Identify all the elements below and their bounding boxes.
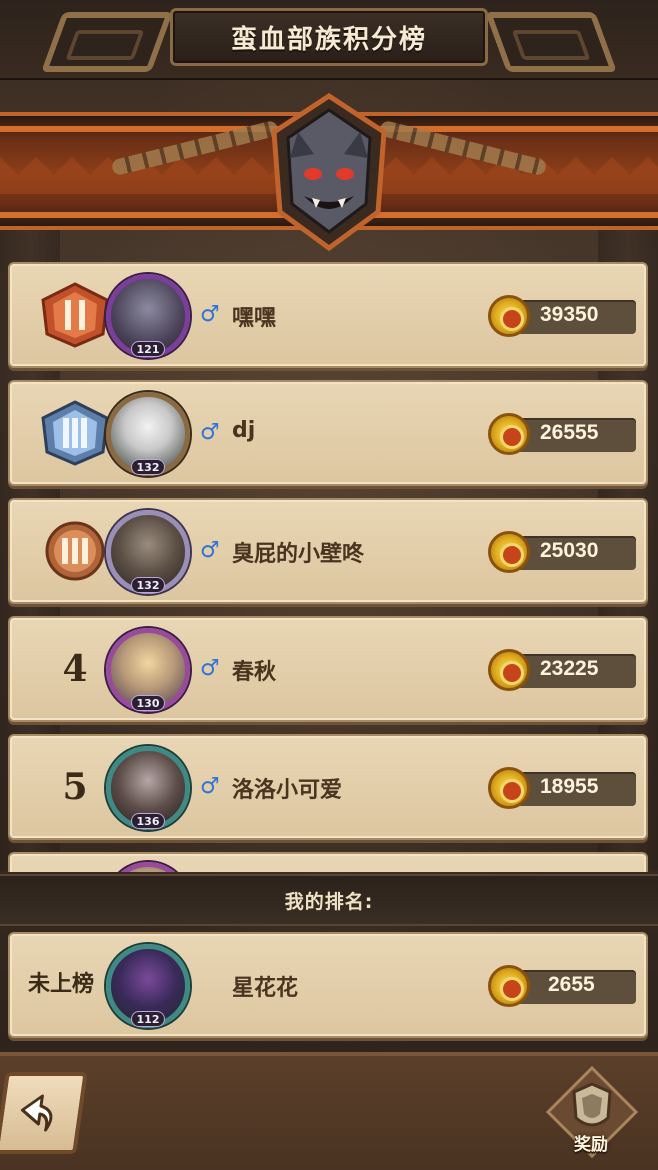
player-name: 洛洛小可爱: [232, 778, 343, 803]
avatar[interactable]: 136: [106, 746, 190, 830]
score-value: 25030: [540, 539, 599, 562]
avatar[interactable]: 130: [106, 628, 190, 712]
score-coin-icon: [488, 649, 530, 691]
score-box: 23225: [488, 649, 636, 691]
gold-rank-badge-icon: [41, 282, 109, 348]
score-value: 39350: [540, 303, 599, 326]
male-gender-icon: ♂: [200, 420, 220, 445]
leaderboard-row[interactable]: 132 ♂ 臭屁的小壁咚 25030: [10, 500, 646, 602]
avatar-level: 130: [131, 695, 165, 711]
my-rank-header: 我的排名:: [0, 874, 658, 926]
male-gender-icon: ♂: [200, 656, 220, 681]
score-coin-icon: [488, 531, 530, 573]
player-name: 臭屁的小壁咚: [232, 542, 365, 567]
male-gender-icon: ♂: [200, 302, 220, 327]
score-box: 2655: [488, 965, 636, 1007]
avatar[interactable]: 132: [106, 392, 190, 476]
score-coin-icon: [488, 413, 530, 455]
avatar-level: 132: [131, 459, 165, 475]
score-box: 39350: [488, 295, 636, 337]
reward-label[interactable]: 奖励: [566, 1130, 616, 1155]
leaderboard-row[interactable]: 5 136 ♂ 洛洛小可爱 18955: [10, 736, 646, 838]
header-ornament-left: [41, 12, 173, 72]
player-name: dj: [232, 418, 256, 443]
player-name: 星花花: [232, 976, 299, 1001]
back-button[interactable]: [0, 1072, 88, 1154]
avatar-level: 121: [131, 341, 165, 357]
my-rank-row[interactable]: 未上榜 112 星花花 2655: [10, 934, 646, 1036]
header-ornament-right: [485, 12, 617, 72]
male-gender-icon: ♂: [200, 774, 220, 799]
rank-number: 4: [62, 648, 88, 690]
wolf-emblem-icon: [271, 93, 387, 252]
score-coin-icon: [488, 295, 530, 337]
score-value: 23225: [540, 657, 599, 680]
avatar[interactable]: 121: [106, 274, 190, 358]
score-box: 18955: [488, 767, 636, 809]
avatar-level: 112: [131, 1011, 165, 1027]
leaderboard-list[interactable]: 121 ♂ 嘿嘿 39350 132 ♂ dj 26555 132 ♂ 臭屁的小…: [0, 238, 658, 872]
avatar[interactable]: 112: [106, 944, 190, 1028]
title-plate: 蛮血部族积分榜: [170, 8, 488, 66]
score-value: 26555: [540, 421, 599, 444]
leaderboard-row[interactable]: 4 130 ♂ 春秋 23225: [10, 618, 646, 720]
avatar-level: 132: [131, 577, 165, 593]
score-box: 26555: [488, 413, 636, 455]
leaderboard-row-partial[interactable]: [10, 854, 646, 872]
silver-rank-badge-icon: [41, 400, 109, 466]
my-rank-title: 我的排名:: [284, 890, 374, 913]
score-value: 2655: [548, 973, 595, 996]
player-name: 春秋: [232, 660, 277, 685]
avatar-level: 136: [131, 813, 165, 829]
bronze-rank-badge-icon: [45, 521, 105, 581]
unranked-label: 未上榜: [28, 972, 95, 997]
leaderboard-row[interactable]: 132 ♂ dj 26555: [10, 382, 646, 484]
avatar[interactable]: [106, 862, 190, 872]
score-box: 25030: [488, 531, 636, 573]
page-title: 蛮血部族积分榜: [230, 24, 427, 55]
male-gender-icon: ♂: [200, 538, 220, 563]
avatar[interactable]: 132: [106, 510, 190, 594]
score-value: 18955: [540, 775, 599, 798]
back-arrow-icon: [20, 1094, 53, 1132]
rank-number: 5: [62, 766, 88, 808]
score-coin-icon: [488, 965, 530, 1007]
player-name: 嘿嘿: [232, 306, 277, 331]
score-coin-icon: [488, 767, 530, 809]
leaderboard-row[interactable]: 121 ♂ 嘿嘿 39350: [10, 264, 646, 366]
